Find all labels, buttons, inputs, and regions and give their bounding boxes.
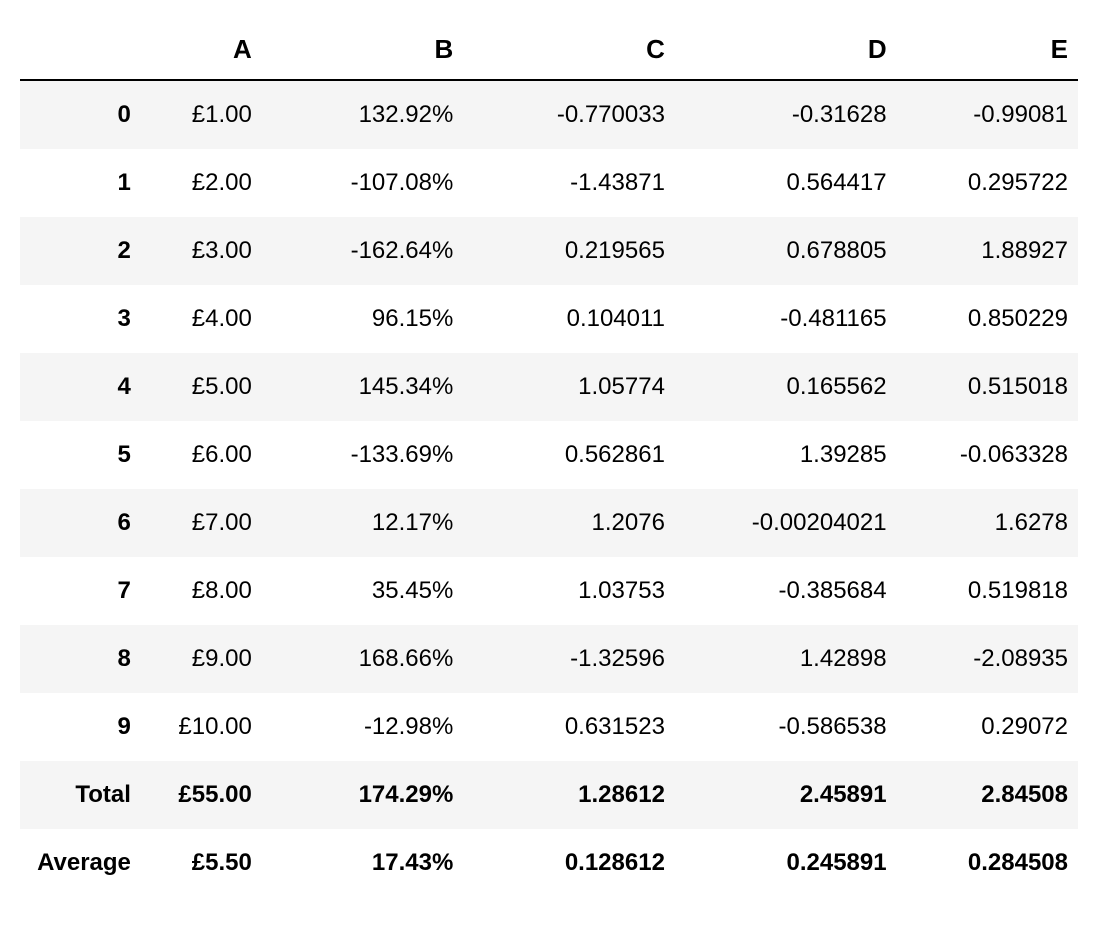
header-col-b: B xyxy=(262,20,464,80)
cell-b: -162.64% xyxy=(262,217,464,285)
cell-a: £2.00 xyxy=(141,149,262,217)
summary-e: 0.284508 xyxy=(897,829,1078,897)
cell-e: 0.850229 xyxy=(897,285,1078,353)
row-index: 2 xyxy=(20,217,141,285)
header-col-e: E xyxy=(897,20,1078,80)
table-row: 4 £5.00 145.34% 1.05774 0.165562 0.51501… xyxy=(20,353,1078,421)
cell-a: £6.00 xyxy=(141,421,262,489)
cell-c: 1.2076 xyxy=(463,489,675,557)
summary-b: 17.43% xyxy=(262,829,464,897)
row-index: 1 xyxy=(20,149,141,217)
cell-b: 145.34% xyxy=(262,353,464,421)
header-col-d: D xyxy=(675,20,897,80)
header-index xyxy=(20,20,141,80)
cell-c: 0.104011 xyxy=(463,285,675,353)
row-index: 5 xyxy=(20,421,141,489)
cell-e: 0.29072 xyxy=(897,693,1078,761)
row-index: 6 xyxy=(20,489,141,557)
cell-b: 12.17% xyxy=(262,489,464,557)
cell-e: -0.99081 xyxy=(897,80,1078,149)
summary-row-average: Average £5.50 17.43% 0.128612 0.245891 0… xyxy=(20,829,1078,897)
summary-row-total: Total £55.00 174.29% 1.28612 2.45891 2.8… xyxy=(20,761,1078,829)
cell-a: £10.00 xyxy=(141,693,262,761)
table-body: 0 £1.00 132.92% -0.770033 -0.31628 -0.99… xyxy=(20,80,1078,897)
cell-a: £3.00 xyxy=(141,217,262,285)
cell-d: -0.385684 xyxy=(675,557,897,625)
cell-d: 1.39285 xyxy=(675,421,897,489)
cell-a: £8.00 xyxy=(141,557,262,625)
header-col-a: A xyxy=(141,20,262,80)
row-index: 9 xyxy=(20,693,141,761)
cell-d: 0.165562 xyxy=(675,353,897,421)
cell-a: £7.00 xyxy=(141,489,262,557)
summary-b: 174.29% xyxy=(262,761,464,829)
summary-d: 2.45891 xyxy=(675,761,897,829)
cell-d: -0.00204021 xyxy=(675,489,897,557)
summary-label: Total xyxy=(20,761,141,829)
cell-c: 1.03753 xyxy=(463,557,675,625)
row-index: 0 xyxy=(20,80,141,149)
cell-d: 0.564417 xyxy=(675,149,897,217)
row-index: 4 xyxy=(20,353,141,421)
row-index: 7 xyxy=(20,557,141,625)
data-table: A B C D E 0 £1.00 132.92% -0.770033 -0.3… xyxy=(20,20,1078,897)
summary-a: £5.50 xyxy=(141,829,262,897)
cell-d: 0.678805 xyxy=(675,217,897,285)
cell-c: -1.43871 xyxy=(463,149,675,217)
cell-a: £5.00 xyxy=(141,353,262,421)
table-row: 9 £10.00 -12.98% 0.631523 -0.586538 0.29… xyxy=(20,693,1078,761)
table-row: 5 £6.00 -133.69% 0.562861 1.39285 -0.063… xyxy=(20,421,1078,489)
cell-b: -107.08% xyxy=(262,149,464,217)
table-row: 1 £2.00 -107.08% -1.43871 0.564417 0.295… xyxy=(20,149,1078,217)
cell-e: -0.063328 xyxy=(897,421,1078,489)
table-row: 2 £3.00 -162.64% 0.219565 0.678805 1.889… xyxy=(20,217,1078,285)
cell-a: £1.00 xyxy=(141,80,262,149)
cell-d: -0.586538 xyxy=(675,693,897,761)
summary-e: 2.84508 xyxy=(897,761,1078,829)
cell-d: 1.42898 xyxy=(675,625,897,693)
summary-c: 0.128612 xyxy=(463,829,675,897)
cell-c: -0.770033 xyxy=(463,80,675,149)
table-row: 3 £4.00 96.15% 0.104011 -0.481165 0.8502… xyxy=(20,285,1078,353)
cell-c: 1.05774 xyxy=(463,353,675,421)
table-row: 6 £7.00 12.17% 1.2076 -0.00204021 1.6278 xyxy=(20,489,1078,557)
cell-c: -1.32596 xyxy=(463,625,675,693)
cell-e: 1.88927 xyxy=(897,217,1078,285)
summary-a: £55.00 xyxy=(141,761,262,829)
cell-b: -133.69% xyxy=(262,421,464,489)
cell-d: -0.31628 xyxy=(675,80,897,149)
table-row: 7 £8.00 35.45% 1.03753 -0.385684 0.51981… xyxy=(20,557,1078,625)
summary-d: 0.245891 xyxy=(675,829,897,897)
cell-e: -2.08935 xyxy=(897,625,1078,693)
header-col-c: C xyxy=(463,20,675,80)
cell-c: 0.219565 xyxy=(463,217,675,285)
table-row: 8 £9.00 168.66% -1.32596 1.42898 -2.0893… xyxy=(20,625,1078,693)
summary-label: Average xyxy=(20,829,141,897)
cell-c: 0.631523 xyxy=(463,693,675,761)
cell-b: 96.15% xyxy=(262,285,464,353)
cell-e: 0.515018 xyxy=(897,353,1078,421)
cell-a: £9.00 xyxy=(141,625,262,693)
cell-e: 0.295722 xyxy=(897,149,1078,217)
row-index: 3 xyxy=(20,285,141,353)
table-row: 0 £1.00 132.92% -0.770033 -0.31628 -0.99… xyxy=(20,80,1078,149)
cell-b: 132.92% xyxy=(262,80,464,149)
cell-b: -12.98% xyxy=(262,693,464,761)
cell-d: -0.481165 xyxy=(675,285,897,353)
cell-b: 168.66% xyxy=(262,625,464,693)
header-row: A B C D E xyxy=(20,20,1078,80)
cell-c: 0.562861 xyxy=(463,421,675,489)
cell-a: £4.00 xyxy=(141,285,262,353)
cell-e: 1.6278 xyxy=(897,489,1078,557)
cell-b: 35.45% xyxy=(262,557,464,625)
row-index: 8 xyxy=(20,625,141,693)
cell-e: 0.519818 xyxy=(897,557,1078,625)
summary-c: 1.28612 xyxy=(463,761,675,829)
